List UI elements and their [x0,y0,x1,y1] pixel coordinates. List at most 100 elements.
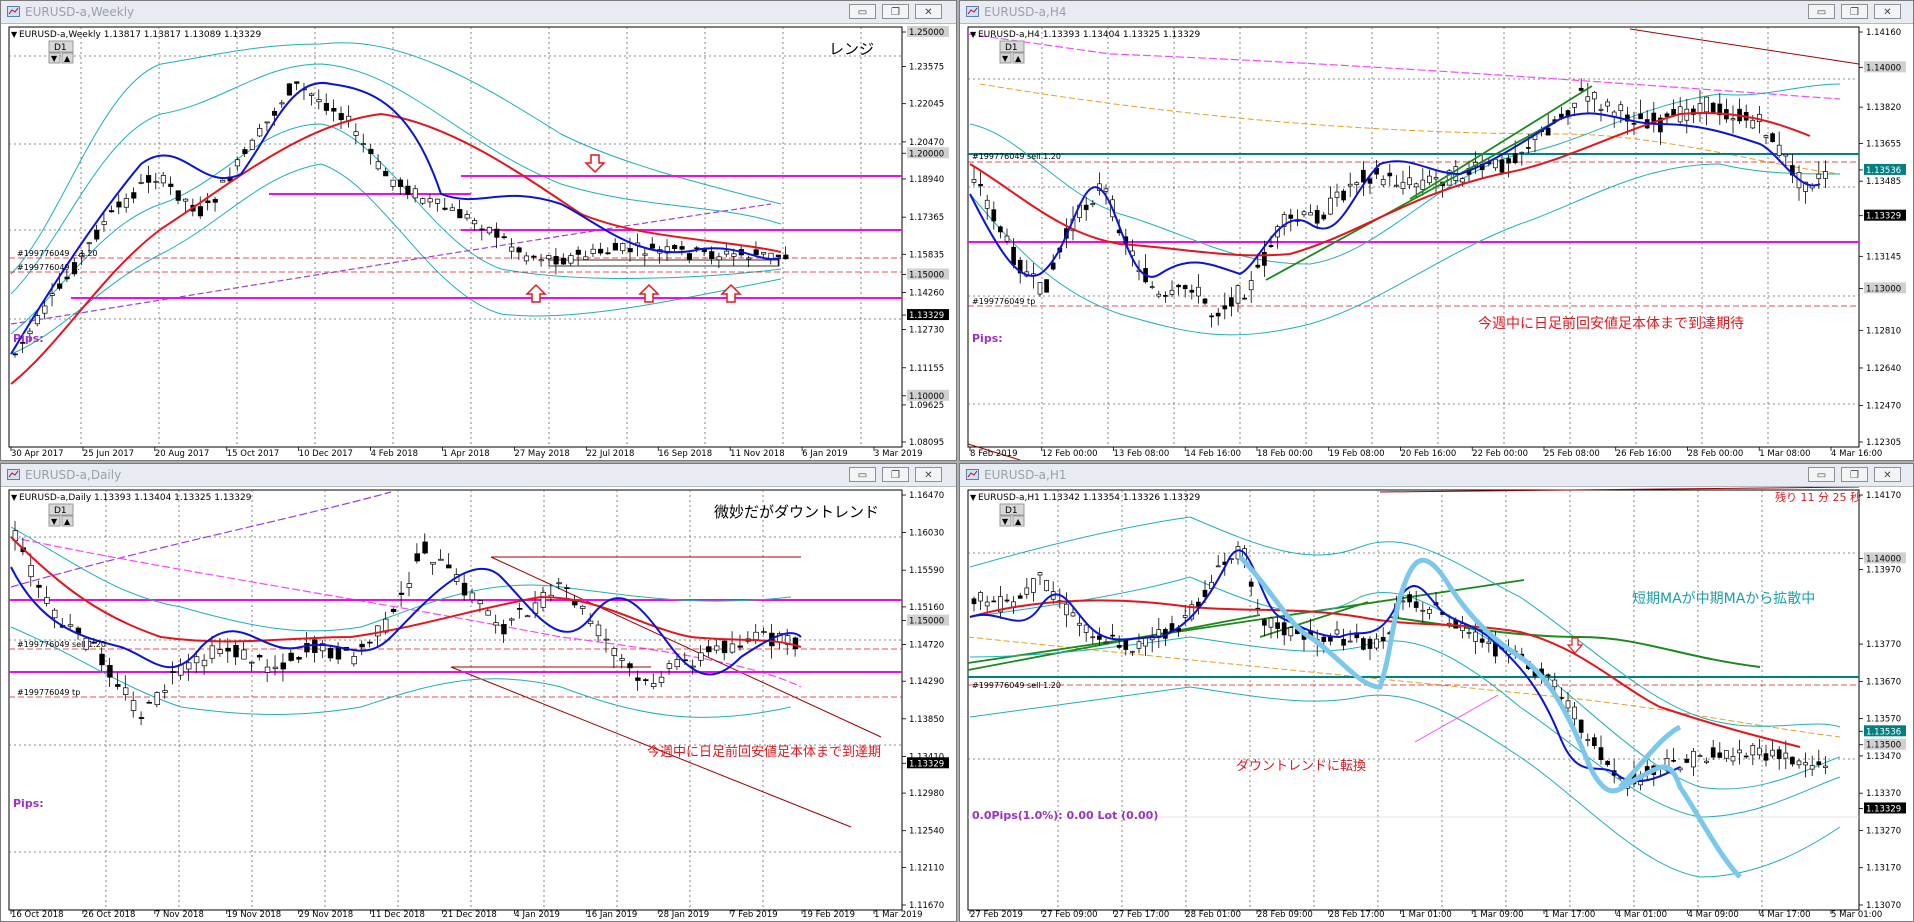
close-button[interactable]: ✕ [1874,467,1901,482]
chart-window-weekly[interactable]: EURUSD-a,Weekly ▭ ❐ ✕ EURUSD-a,Weekly 1.… [0,0,957,461]
chart-canvas[interactable]: EURUSD-a,Weekly 1.13817 1.13817 1.13089 … [1,24,956,460]
candle-body [1097,635,1102,640]
candle-body [162,690,168,693]
price-tick-label: 1.13270 [1866,826,1901,836]
restore-button[interactable]: ❐ [882,467,909,482]
candle-body [1413,601,1419,608]
candle-body [1367,178,1373,184]
title-bar[interactable]: EURUSD-a,H4 ▭ ❐ ✕ [960,1,1913,24]
chart-window-h1[interactable]: EURUSD-a,H1 ▭ ❐ ✕ EURUSD-a,H1 1.13342 1.… [959,463,1914,922]
chart-area[interactable]: EURUSD-a,H4 1.13393 1.13404 1.13325 1.13… [960,24,1913,460]
timeframe-label: D1 [1005,506,1018,516]
close-button[interactable]: ✕ [915,4,942,19]
date-tick-label: 4 Jan 2019 [514,910,560,920]
candle-body [249,661,255,664]
menu-triangle-icon[interactable]: ▼ [11,493,18,502]
chart-area[interactable]: EURUSD-a,Daily 1.13393 1.13404 1.13325 1… [1,487,956,921]
candle-body [1585,96,1591,102]
candle-body [1493,158,1498,169]
restore-button[interactable]: ❐ [1841,467,1868,482]
svg-text:▲: ▲ [64,54,71,63]
candle-body [1400,600,1406,603]
candle-body [469,592,476,601]
candle-body [494,228,500,238]
minimize-button[interactable]: ▭ [1808,467,1835,482]
candle-body [1064,603,1069,616]
candle-body [205,200,211,204]
chart-window-icon [7,469,20,480]
chart-area[interactable]: EURUSD-a,Weekly 1.13817 1.13817 1.13089 … [1,24,956,460]
candle-body [723,250,730,255]
candle-body [1103,641,1109,644]
restore-button[interactable]: ❐ [882,4,909,19]
price-tick-label: 1.15835 [909,250,944,260]
candle-body [405,185,411,195]
date-tick-label: 20 Feb 16:00 [1401,449,1457,459]
chart-canvas[interactable]: EURUSD-a,Daily 1.13393 1.13404 1.13325 1… [1,487,956,921]
price-tick-label: 1.15590 [909,566,944,576]
title-bar[interactable]: EURUSD-a,Daily ▭ ❐ ✕ [1,464,956,487]
date-tick-label: 7 Feb 2019 [730,910,778,920]
date-tick-label: 12 Feb 00:00 [1042,449,1098,459]
candle-body [984,601,990,607]
candle-body [1321,214,1327,220]
menu-triangle-icon[interactable]: ▼ [970,30,977,39]
candle-body [1684,108,1690,121]
title-bar[interactable]: EURUSD-a,H1 ▭ ❐ ✕ [960,464,1913,487]
candle-body [375,625,381,637]
candle-body [1163,295,1168,297]
chart-canvas[interactable]: EURUSD-a,H1 1.13342 1.13354 1.13326 1.13… [960,486,1913,921]
candle-body [1024,587,1030,595]
close-button[interactable]: ✕ [915,467,942,482]
candle-body [1222,305,1228,310]
candle-body [721,640,728,654]
candle-body [1361,638,1366,650]
minimize-button[interactable]: ▭ [849,467,876,482]
candle-body [1347,183,1353,187]
candle-body [34,315,41,325]
candle-body [130,700,137,711]
chart-canvas[interactable]: EURUSD-a,H4 1.13393 1.13404 1.13325 1.13… [960,24,1913,460]
candle-body [556,582,562,585]
candle-body [485,610,491,616]
chart-area[interactable]: EURUSD-a,H1 1.13342 1.13354 1.13326 1.13… [960,486,1913,921]
candle-body [323,102,329,111]
chart-window-h4[interactable]: EURUSD-a,H4 ▭ ❐ ✕ EURUSD-a,H4 1.13393 1.… [959,0,1914,461]
menu-triangle-icon[interactable]: ▼ [11,30,18,39]
candle-body [1275,622,1280,629]
candle-body [672,245,678,250]
chart-window-daily[interactable]: EURUSD-a,Daily ▭ ❐ ✕ EURUSD-a,Daily 1.13… [0,463,957,922]
candle-body [264,121,270,124]
restore-icon: ❐ [1850,7,1859,18]
candle-body [587,620,594,625]
candle-body [560,257,567,265]
close-button[interactable]: ✕ [1874,4,1901,19]
title-bar[interactable]: EURUSD-a,Weekly ▭ ❐ ✕ [1,1,956,24]
date-tick-label: 1 Mar 2019 [874,910,922,920]
candle-body [1031,578,1036,593]
candle-body [294,81,300,84]
price-tick-label: 1.09625 [909,401,944,411]
candle-body [335,647,342,660]
restore-button[interactable]: ❐ [1841,4,1868,19]
price-tick-label: 1.12640 [1866,364,1901,374]
date-tick-label: 8 Feb 2019 [970,449,1018,459]
minimize-button[interactable]: ▭ [849,4,876,19]
date-tick-label: 30 Apr 2017 [11,449,64,459]
candle-body [1697,755,1703,758]
minimize-button[interactable]: ▭ [1808,4,1835,19]
candle-body [153,180,159,183]
candle-body [1123,639,1129,650]
candle-body [1704,96,1709,113]
price-tick-label: 1.12110 [909,863,944,873]
candle-body [553,256,559,265]
candle-body [666,663,673,669]
candle-body [1328,636,1333,642]
candle-body [1202,298,1208,304]
candle-body [1823,171,1828,179]
menu-triangle-icon[interactable]: ▼ [970,493,977,502]
date-tick-label: 27 Feb 09:00 [1042,910,1098,920]
date-tick-label: 7 Nov 2018 [155,910,204,920]
candle-body [1770,749,1775,757]
candle-body [327,648,334,659]
